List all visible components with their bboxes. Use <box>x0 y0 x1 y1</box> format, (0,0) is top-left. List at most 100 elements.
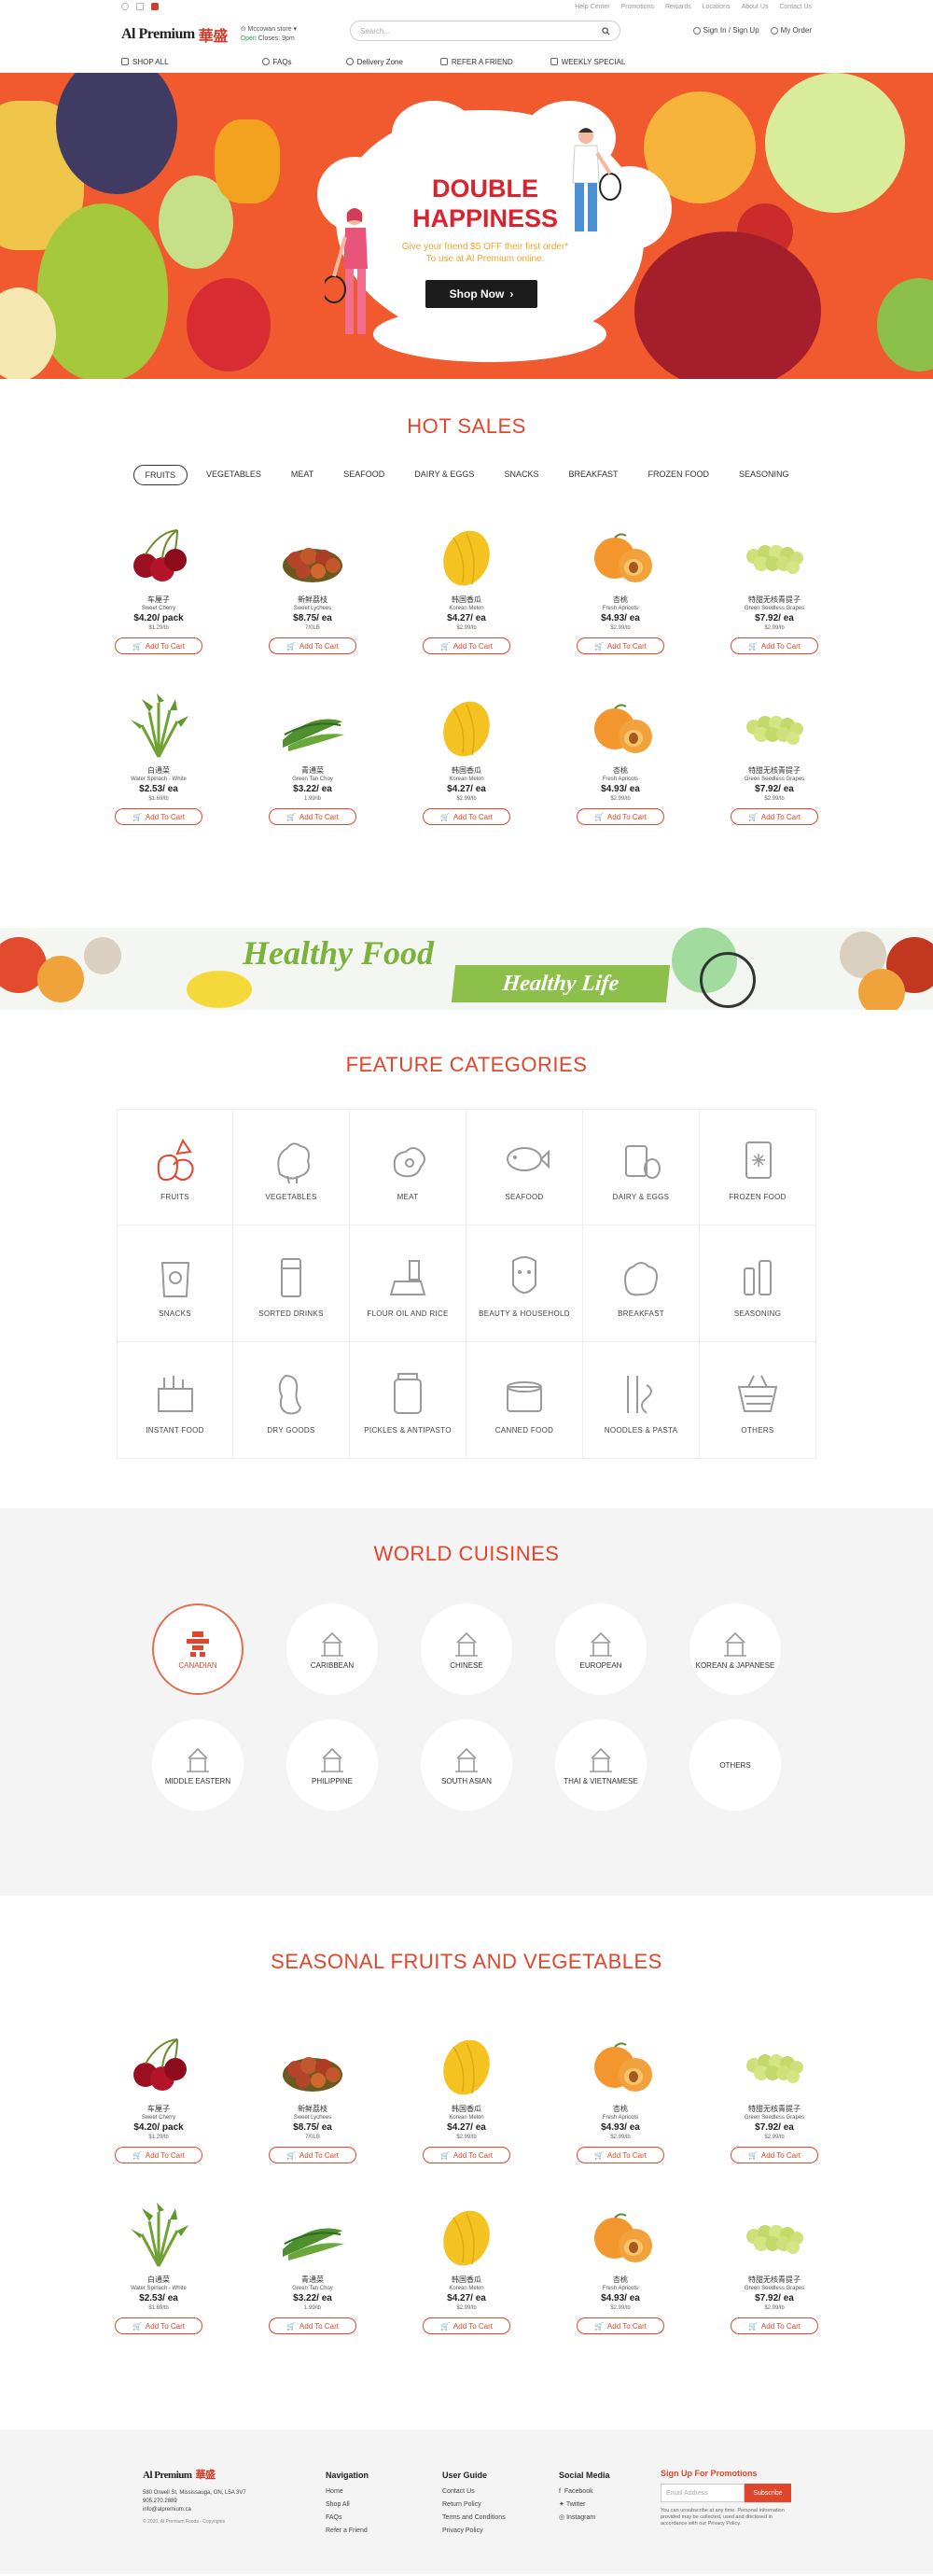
search-icon[interactable] <box>602 26 610 35</box>
add-to-cart-button[interactable]: 🛒 Add To Cart <box>423 637 510 654</box>
nav-faqs[interactable]: FAQs <box>261 58 292 66</box>
cuisine-circle[interactable]: PHILIPPINE <box>286 1719 378 1811</box>
topbar-link-promotions[interactable]: Promotions <box>621 4 654 10</box>
topbar-link-help[interactable]: Help Center <box>575 4 609 10</box>
product-image[interactable] <box>121 693 196 759</box>
product-card[interactable]: 车厘子 Sweet Cherry $4.20/ pack $1.29/lb 🛒 Add T… <box>98 2032 219 2163</box>
footer-link-privacy[interactable]: Privacy Policy <box>442 2525 506 2538</box>
tab-fruits[interactable]: FRUITS <box>132 465 188 485</box>
tab-meat[interactable]: MEAT <box>280 465 325 485</box>
cuisine-circle[interactable]: THAI & VIETNAMESE <box>555 1719 647 1811</box>
product-card[interactable]: 杏桃 Fresh Apricots $4.93/ ea $2.99/lb 🛒 Add To… <box>560 693 681 825</box>
store-selector[interactable]: ⊙ Mccowan store ▾ Open Closes: 9pm <box>241 25 297 44</box>
product-card[interactable]: 韩国香瓜 Korean Melon $4.27/ ea $2.99/lb 🛒 Add To… <box>406 2203 527 2334</box>
add-to-cart-button[interactable]: 🛒 Add To Cart <box>269 2147 356 2163</box>
add-to-cart-button[interactable]: 🛒 Add To Cart <box>115 637 202 654</box>
add-to-cart-button[interactable]: 🛒 Add To Cart <box>423 808 510 825</box>
product-card[interactable]: 白通菜 Water Spinach - White $2.53/ ea $1.69/l… <box>98 2203 219 2334</box>
product-card[interactable]: 杏桃 Fresh Apricots $4.93/ ea $2.99/lb 🛒 Add To… <box>560 2032 681 2163</box>
search-input[interactable]: Search... <box>350 21 620 41</box>
topbar-link-rewards[interactable]: Rewards <box>665 4 691 10</box>
product-image[interactable] <box>275 693 350 759</box>
product-card[interactable]: 新鲜荔枝 Sweet Lychees $8.75/ ea 7/0LB 🛒 Add To C… <box>252 523 373 654</box>
tab-seafood[interactable]: SEAFOOD <box>332 465 396 485</box>
add-to-cart-button[interactable]: 🛒 Add To Cart <box>423 2147 510 2163</box>
signin-link[interactable]: Sign In / Sign Up <box>692 26 759 35</box>
cuisine-circle[interactable]: CARIBBEAN <box>286 1603 378 1695</box>
product-image[interactable] <box>583 2032 658 2097</box>
tab-vegetables[interactable]: VEGETABLES <box>195 465 272 485</box>
product-card[interactable]: 韩国香瓜 Korean Melon $4.27/ ea $2.99/lb 🛒 Add To… <box>406 523 527 654</box>
cuisine-circle[interactable]: KOREAN & JAPANESE <box>689 1603 781 1695</box>
wechat-icon[interactable] <box>121 3 129 10</box>
product-image[interactable] <box>121 523 196 588</box>
tab-dairy-eggs[interactable]: DAIRY & EGGS <box>403 465 485 485</box>
category-tile[interactable]: PICKLES & ANTIPASTO <box>350 1342 466 1459</box>
product-image[interactable] <box>737 2203 812 2268</box>
tab-frozen-food[interactable]: FROZEN FOOD <box>636 465 720 485</box>
footer-link-terms[interactable]: Terms and Conditions <box>442 2512 506 2525</box>
product-card[interactable]: 特甜无核青提子 Green Seedless Grapes $7.92/ ea $2.… <box>714 693 835 825</box>
category-tile[interactable]: SORTED DRINKS <box>233 1225 350 1342</box>
add-to-cart-button[interactable]: 🛒 Add To Cart <box>115 2317 202 2334</box>
category-tile[interactable]: FLOUR OIL AND RICE <box>350 1225 466 1342</box>
add-to-cart-button[interactable]: 🛒 Add To Cart <box>115 808 202 825</box>
nav-weekly-special[interactable]: WEEKLY SPECIAL <box>550 58 625 66</box>
tab-breakfast[interactable]: BREAKFAST <box>557 465 629 485</box>
product-image[interactable] <box>429 523 504 588</box>
product-card[interactable]: 车厘子 Sweet Cherry $4.20/ pack $1.29/lb 🛒 Add T… <box>98 523 219 654</box>
product-card[interactable]: 特甜无核青提子 Green Seedless Grapes $7.92/ ea $2.… <box>714 523 835 654</box>
add-to-cart-button[interactable]: 🛒 Add To Cart <box>731 637 818 654</box>
category-tile[interactable]: NOODLES & PASTA <box>583 1342 700 1459</box>
category-tile[interactable]: SNACKS <box>117 1225 233 1342</box>
category-tile[interactable]: SEASONING <box>700 1225 816 1342</box>
product-card[interactable]: 特甜无核青提子 Green Seedless Grapes $7.92/ ea $2.… <box>714 2203 835 2334</box>
nav-delivery-zone[interactable]: Delivery Zone <box>345 58 403 66</box>
footer-link-home[interactable]: Home <box>326 2485 369 2499</box>
footer-link-faqs[interactable]: FAQs <box>326 2512 369 2525</box>
category-tile[interactable]: FRUITS <box>117 1109 233 1225</box>
promo-email-input[interactable]: Email Address <box>661 2484 745 2502</box>
category-tile[interactable]: OTHERS <box>700 1342 816 1459</box>
category-tile[interactable]: FROZEN FOOD <box>700 1109 816 1225</box>
cuisine-circle[interactable]: CANADIAN <box>152 1603 244 1695</box>
product-image[interactable] <box>275 523 350 588</box>
product-card[interactable]: 韩国香瓜 Korean Melon $4.27/ ea $2.99/lb 🛒 Add To… <box>406 693 527 825</box>
add-to-cart-button[interactable]: 🛒 Add To Cart <box>115 2147 202 2163</box>
footer-link-refer[interactable]: Refer a Friend <box>326 2525 369 2538</box>
add-to-cart-button[interactable]: 🛒 Add To Cart <box>577 2317 664 2334</box>
topbar-link-about[interactable]: About Us <box>742 4 769 10</box>
cuisine-circle[interactable]: OTHERS <box>689 1719 781 1811</box>
product-card[interactable]: 青通菜 Green Tan Choy $3.22/ ea 1.99/lb 🛒 Add To… <box>252 2203 373 2334</box>
category-tile[interactable]: DAIRY & EGGS <box>583 1109 700 1225</box>
product-image[interactable] <box>429 2032 504 2097</box>
add-to-cart-button[interactable]: 🛒 Add To Cart <box>423 2317 510 2334</box>
topbar-link-contact[interactable]: Contact Us <box>779 4 812 10</box>
footer-email[interactable]: info@alpremium.ca <box>143 2506 246 2514</box>
cuisine-circle[interactable]: EUROPEAN <box>555 1603 647 1695</box>
cuisine-circle[interactable]: SOUTH ASIAN <box>421 1719 512 1811</box>
footer-link-shop-all[interactable]: Shop All <box>326 2499 369 2512</box>
product-image[interactable] <box>737 693 812 759</box>
add-to-cart-button[interactable]: 🛒 Add To Cart <box>731 2147 818 2163</box>
my-order-link[interactable]: My Order <box>770 26 812 35</box>
product-image[interactable] <box>429 693 504 759</box>
category-tile[interactable]: BEAUTY & HOUSEHOLD <box>466 1225 583 1342</box>
footer-link-return-policy[interactable]: Return Policy <box>442 2499 506 2512</box>
shop-now-button[interactable]: Shop Now › <box>425 280 537 308</box>
category-tile[interactable]: MEAT <box>350 1109 466 1225</box>
nav-refer[interactable]: REFER A FRIEND <box>439 58 513 66</box>
product-image[interactable] <box>121 2032 196 2097</box>
product-image[interactable] <box>583 2203 658 2268</box>
product-card[interactable]: 青通菜 Green Tan Choy $3.22/ ea 1.99/lb 🛒 Add To… <box>252 693 373 825</box>
category-tile[interactable]: SEAFOOD <box>466 1109 583 1225</box>
product-card[interactable]: 特甜无核青提子 Green Seedless Grapes $7.92/ ea $2.… <box>714 2032 835 2163</box>
product-card[interactable]: 杏桃 Fresh Apricots $4.93/ ea $2.99/lb 🛒 Add To… <box>560 523 681 654</box>
category-tile[interactable]: DRY GOODS <box>233 1342 350 1459</box>
product-image[interactable] <box>583 693 658 759</box>
add-to-cart-button[interactable]: 🛒 Add To Cart <box>269 637 356 654</box>
category-tile[interactable]: VEGETABLES <box>233 1109 350 1225</box>
product-image[interactable] <box>737 523 812 588</box>
product-image[interactable] <box>275 2203 350 2268</box>
category-tile[interactable]: INSTANT FOOD <box>117 1342 233 1459</box>
